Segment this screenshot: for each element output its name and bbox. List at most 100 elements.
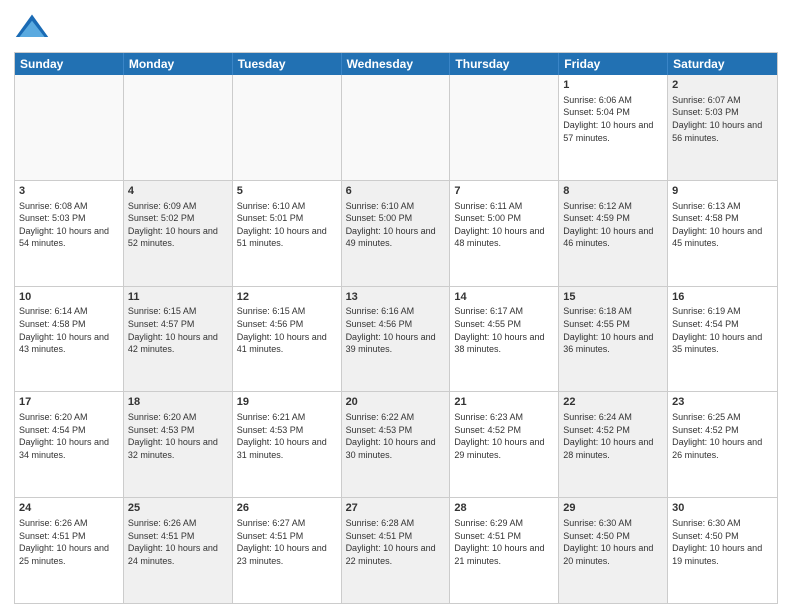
day-cell-22: 22Sunrise: 6:24 AMSunset: 4:52 PMDayligh… (559, 392, 668, 497)
day-number: 23 (672, 395, 773, 410)
calendar-row-1: 3Sunrise: 6:08 AMSunset: 5:03 PMDaylight… (15, 180, 777, 286)
header (14, 10, 778, 46)
day-number: 17 (19, 395, 119, 410)
day-number: 18 (128, 395, 228, 410)
day-info: Sunrise: 6:22 AMSunset: 4:53 PMDaylight:… (346, 411, 446, 461)
day-number: 24 (19, 501, 119, 516)
day-number: 30 (672, 501, 773, 516)
day-info: Sunrise: 6:15 AMSunset: 4:56 PMDaylight:… (237, 305, 337, 355)
day-info: Sunrise: 6:10 AMSunset: 5:01 PMDaylight:… (237, 200, 337, 250)
day-cell-19: 19Sunrise: 6:21 AMSunset: 4:53 PMDayligh… (233, 392, 342, 497)
logo-icon (14, 10, 50, 46)
day-number: 2 (672, 78, 773, 93)
day-info: Sunrise: 6:15 AMSunset: 4:57 PMDaylight:… (128, 305, 228, 355)
day-number: 1 (563, 78, 663, 93)
day-number: 12 (237, 290, 337, 305)
day-info: Sunrise: 6:14 AMSunset: 4:58 PMDaylight:… (19, 305, 119, 355)
day-info: Sunrise: 6:28 AMSunset: 4:51 PMDaylight:… (346, 517, 446, 567)
empty-cell-0-1 (124, 75, 233, 180)
calendar: SundayMondayTuesdayWednesdayThursdayFrid… (14, 52, 778, 604)
day-cell-15: 15Sunrise: 6:18 AMSunset: 4:55 PMDayligh… (559, 287, 668, 392)
day-cell-12: 12Sunrise: 6:15 AMSunset: 4:56 PMDayligh… (233, 287, 342, 392)
day-number: 29 (563, 501, 663, 516)
day-info: Sunrise: 6:30 AMSunset: 4:50 PMDaylight:… (563, 517, 663, 567)
day-number: 20 (346, 395, 446, 410)
day-info: Sunrise: 6:27 AMSunset: 4:51 PMDaylight:… (237, 517, 337, 567)
day-cell-17: 17Sunrise: 6:20 AMSunset: 4:54 PMDayligh… (15, 392, 124, 497)
day-info: Sunrise: 6:30 AMSunset: 4:50 PMDaylight:… (672, 517, 773, 567)
day-info: Sunrise: 6:23 AMSunset: 4:52 PMDaylight:… (454, 411, 554, 461)
day-cell-14: 14Sunrise: 6:17 AMSunset: 4:55 PMDayligh… (450, 287, 559, 392)
day-cell-29: 29Sunrise: 6:30 AMSunset: 4:50 PMDayligh… (559, 498, 668, 603)
day-info: Sunrise: 6:06 AMSunset: 5:04 PMDaylight:… (563, 94, 663, 144)
day-number: 26 (237, 501, 337, 516)
day-cell-25: 25Sunrise: 6:26 AMSunset: 4:51 PMDayligh… (124, 498, 233, 603)
day-cell-10: 10Sunrise: 6:14 AMSunset: 4:58 PMDayligh… (15, 287, 124, 392)
day-cell-9: 9Sunrise: 6:13 AMSunset: 4:58 PMDaylight… (668, 181, 777, 286)
day-info: Sunrise: 6:25 AMSunset: 4:52 PMDaylight:… (672, 411, 773, 461)
day-cell-21: 21Sunrise: 6:23 AMSunset: 4:52 PMDayligh… (450, 392, 559, 497)
day-number: 16 (672, 290, 773, 305)
header-day-thursday: Thursday (450, 53, 559, 75)
day-cell-30: 30Sunrise: 6:30 AMSunset: 4:50 PMDayligh… (668, 498, 777, 603)
day-info: Sunrise: 6:20 AMSunset: 4:54 PMDaylight:… (19, 411, 119, 461)
header-day-wednesday: Wednesday (342, 53, 451, 75)
day-cell-7: 7Sunrise: 6:11 AMSunset: 5:00 PMDaylight… (450, 181, 559, 286)
day-info: Sunrise: 6:09 AMSunset: 5:02 PMDaylight:… (128, 200, 228, 250)
day-info: Sunrise: 6:11 AMSunset: 5:00 PMDaylight:… (454, 200, 554, 250)
day-cell-8: 8Sunrise: 6:12 AMSunset: 4:59 PMDaylight… (559, 181, 668, 286)
day-info: Sunrise: 6:12 AMSunset: 4:59 PMDaylight:… (563, 200, 663, 250)
calendar-row-2: 10Sunrise: 6:14 AMSunset: 4:58 PMDayligh… (15, 286, 777, 392)
header-day-sunday: Sunday (15, 53, 124, 75)
day-info: Sunrise: 6:19 AMSunset: 4:54 PMDaylight:… (672, 305, 773, 355)
day-number: 25 (128, 501, 228, 516)
day-number: 7 (454, 184, 554, 199)
day-cell-26: 26Sunrise: 6:27 AMSunset: 4:51 PMDayligh… (233, 498, 342, 603)
day-cell-16: 16Sunrise: 6:19 AMSunset: 4:54 PMDayligh… (668, 287, 777, 392)
calendar-header: SundayMondayTuesdayWednesdayThursdayFrid… (15, 53, 777, 75)
day-cell-4: 4Sunrise: 6:09 AMSunset: 5:02 PMDaylight… (124, 181, 233, 286)
day-cell-13: 13Sunrise: 6:16 AMSunset: 4:56 PMDayligh… (342, 287, 451, 392)
day-number: 21 (454, 395, 554, 410)
day-number: 3 (19, 184, 119, 199)
empty-cell-0-4 (450, 75, 559, 180)
header-day-saturday: Saturday (668, 53, 777, 75)
day-number: 22 (563, 395, 663, 410)
day-info: Sunrise: 6:07 AMSunset: 5:03 PMDaylight:… (672, 94, 773, 144)
day-number: 11 (128, 290, 228, 305)
day-cell-20: 20Sunrise: 6:22 AMSunset: 4:53 PMDayligh… (342, 392, 451, 497)
empty-cell-0-0 (15, 75, 124, 180)
day-number: 8 (563, 184, 663, 199)
day-number: 9 (672, 184, 773, 199)
day-cell-3: 3Sunrise: 6:08 AMSunset: 5:03 PMDaylight… (15, 181, 124, 286)
day-cell-6: 6Sunrise: 6:10 AMSunset: 5:00 PMDaylight… (342, 181, 451, 286)
day-number: 28 (454, 501, 554, 516)
day-cell-5: 5Sunrise: 6:10 AMSunset: 5:01 PMDaylight… (233, 181, 342, 286)
day-cell-27: 27Sunrise: 6:28 AMSunset: 4:51 PMDayligh… (342, 498, 451, 603)
day-info: Sunrise: 6:17 AMSunset: 4:55 PMDaylight:… (454, 305, 554, 355)
day-cell-18: 18Sunrise: 6:20 AMSunset: 4:53 PMDayligh… (124, 392, 233, 497)
day-info: Sunrise: 6:24 AMSunset: 4:52 PMDaylight:… (563, 411, 663, 461)
day-number: 14 (454, 290, 554, 305)
day-info: Sunrise: 6:26 AMSunset: 4:51 PMDaylight:… (128, 517, 228, 567)
day-cell-28: 28Sunrise: 6:29 AMSunset: 4:51 PMDayligh… (450, 498, 559, 603)
day-number: 10 (19, 290, 119, 305)
day-info: Sunrise: 6:29 AMSunset: 4:51 PMDaylight:… (454, 517, 554, 567)
day-cell-23: 23Sunrise: 6:25 AMSunset: 4:52 PMDayligh… (668, 392, 777, 497)
empty-cell-0-2 (233, 75, 342, 180)
day-cell-2: 2Sunrise: 6:07 AMSunset: 5:03 PMDaylight… (668, 75, 777, 180)
logo (14, 10, 54, 46)
day-number: 13 (346, 290, 446, 305)
day-info: Sunrise: 6:16 AMSunset: 4:56 PMDaylight:… (346, 305, 446, 355)
day-number: 19 (237, 395, 337, 410)
day-info: Sunrise: 6:26 AMSunset: 4:51 PMDaylight:… (19, 517, 119, 567)
calendar-body: 1Sunrise: 6:06 AMSunset: 5:04 PMDaylight… (15, 75, 777, 603)
day-info: Sunrise: 6:10 AMSunset: 5:00 PMDaylight:… (346, 200, 446, 250)
day-cell-11: 11Sunrise: 6:15 AMSunset: 4:57 PMDayligh… (124, 287, 233, 392)
page: SundayMondayTuesdayWednesdayThursdayFrid… (0, 0, 792, 612)
calendar-row-3: 17Sunrise: 6:20 AMSunset: 4:54 PMDayligh… (15, 391, 777, 497)
header-day-monday: Monday (124, 53, 233, 75)
day-info: Sunrise: 6:08 AMSunset: 5:03 PMDaylight:… (19, 200, 119, 250)
day-number: 6 (346, 184, 446, 199)
header-day-tuesday: Tuesday (233, 53, 342, 75)
